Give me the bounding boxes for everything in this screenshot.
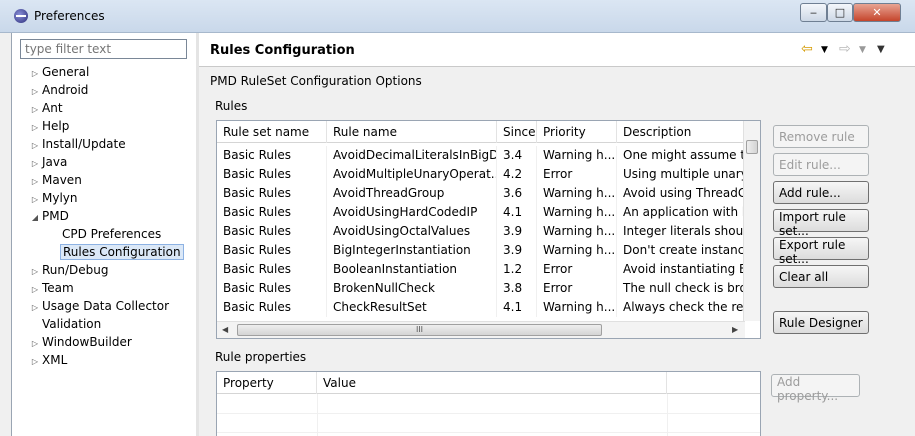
- expand-arrow-icon[interactable]: ▷: [28, 299, 42, 317]
- maximize-button[interactable]: □: [827, 3, 853, 22]
- table-row[interactable]: Basic Rules BrokenNullCheck 3.8 Error Th…: [217, 279, 760, 298]
- page-title: Rules Configuration: [210, 43, 355, 58]
- properties-column-divider: [667, 394, 668, 436]
- tree-item-run-debug[interactable]: ▷ Run/Debug: [28, 261, 109, 279]
- table-row[interactable]: Basic Rules AvoidThreadGroup 3.6 Warning…: [217, 184, 760, 203]
- horizontal-scroll-thumb[interactable]: III: [237, 324, 602, 336]
- scroll-left-icon[interactable]: ◀: [222, 325, 228, 334]
- rules-label: Rules: [215, 99, 248, 113]
- view-menu-icon[interactable]: ▼: [877, 44, 885, 55]
- preference-page: Rules Configuration ⇦ ▼ ⇨ ▼ ▼ PMD RuleSe…: [199, 33, 915, 436]
- tree-item-pmd[interactable]: ◢ PMD: [28, 207, 69, 225]
- forward-dropdown-icon[interactable]: ▼: [859, 45, 866, 55]
- close-button[interactable]: ✕: [853, 3, 901, 22]
- forward-arrow-icon[interactable]: ⇨: [839, 41, 851, 57]
- title-bar: Preferences ‒ □ ✕: [0, 0, 915, 33]
- table-row[interactable]: Basic Rules AvoidUsingHardCodedIP 4.1 Wa…: [217, 203, 760, 222]
- column-header-rule-set-name[interactable]: Rule set name: [217, 121, 327, 143]
- table-row[interactable]: Basic Rules BooleanInstantiation 1.2 Err…: [217, 260, 760, 279]
- table-row[interactable]: Basic Rules BigIntegerInstantiation 3.9 …: [217, 241, 760, 260]
- page-header: Rules Configuration ⇦ ▼ ⇨ ▼ ▼: [199, 33, 915, 67]
- tree-item-windowbuilder[interactable]: ▷ WindowBuilder: [28, 333, 132, 351]
- table-row[interactable]: Basic Rules CheckResultSet 4.1 Warning h…: [217, 298, 760, 317]
- import-rule-set-button[interactable]: Import rule set...: [773, 209, 869, 238]
- tree-item-usage-data-collector[interactable]: ▷ Usage Data Collector: [28, 297, 169, 315]
- back-dropdown-icon[interactable]: ▼: [821, 45, 828, 55]
- collapse-arrow-icon[interactable]: ◢: [28, 209, 42, 227]
- page-subtitle: PMD RuleSet Configuration Options: [210, 74, 422, 88]
- tree-item-mylyn[interactable]: ▷ Mylyn: [28, 189, 78, 207]
- column-header-rule-name[interactable]: Rule name: [327, 121, 497, 143]
- rules-horizontal-scrollbar[interactable]: ◀ III ▶: [217, 321, 745, 338]
- column-header-priority[interactable]: Priority: [537, 121, 617, 143]
- column-header-property[interactable]: Property: [217, 372, 317, 394]
- add-rule-button[interactable]: Add rule...: [773, 181, 869, 204]
- rules-table-header: Rule set name Rule name Since Priority D…: [217, 121, 760, 143]
- window-title: Preferences: [34, 9, 105, 23]
- preferences-tree-panel: ▷General ▷Android ▷Ant ▷Help ▷Install/Up…: [11, 33, 196, 436]
- tree-item-rules-configuration[interactable]: Rules Configuration: [60, 243, 184, 261]
- rules-table[interactable]: Rule set name Rule name Since Priority D…: [216, 120, 761, 339]
- properties-table-header: Property Value: [217, 372, 760, 394]
- rule-properties-table[interactable]: Property Value: [216, 371, 761, 436]
- vertical-scroll-thumb[interactable]: [746, 140, 758, 154]
- properties-grid-line: [217, 413, 760, 414]
- tree-item-ant[interactable]: ▷ Ant: [28, 99, 63, 117]
- remove-rule-button[interactable]: Remove rule: [773, 125, 869, 148]
- table-row[interactable]: Basic Rules AvoidUsingOctalValues 3.9 Wa…: [217, 222, 760, 241]
- tree-item-team[interactable]: ▷ Team: [28, 279, 74, 297]
- tree-item-help[interactable]: ▷ Help: [28, 117, 69, 135]
- filter-input[interactable]: [20, 39, 187, 59]
- scroll-right-icon[interactable]: ▶: [732, 325, 738, 334]
- table-row[interactable]: Basic Rules AvoidDecimalLiteralsInBigD..…: [217, 146, 760, 165]
- tree-item-install-update[interactable]: ▷ Install/Update: [28, 135, 126, 153]
- rule-designer-button[interactable]: Rule Designer: [773, 311, 869, 334]
- tree-item-xml[interactable]: ▷ XML: [28, 351, 67, 369]
- tree-item-cpd-preferences[interactable]: CPD Preferences: [62, 225, 161, 243]
- minimize-button[interactable]: ‒: [800, 3, 827, 22]
- rules-vertical-scrollbar[interactable]: [743, 121, 760, 321]
- tree-item-android[interactable]: ▷ Android: [28, 81, 88, 99]
- expand-arrow-icon[interactable]: ▷: [28, 353, 42, 371]
- properties-grid-line: [217, 432, 760, 433]
- column-header-description[interactable]: Description: [617, 121, 745, 143]
- clear-all-button[interactable]: Clear all: [773, 265, 869, 288]
- properties-column-divider: [317, 394, 318, 436]
- column-header-value[interactable]: Value: [317, 372, 667, 394]
- add-property-button[interactable]: Add property...: [771, 374, 860, 403]
- tree-item-validation[interactable]: Validation: [42, 315, 101, 333]
- table-row[interactable]: Basic Rules AvoidMultipleUnaryOperat... …: [217, 165, 760, 184]
- tree-item-maven[interactable]: ▷ Maven: [28, 171, 82, 189]
- export-rule-set-button[interactable]: Export rule set...: [773, 237, 869, 266]
- column-header-since[interactable]: Since: [497, 121, 537, 143]
- back-arrow-icon[interactable]: ⇦: [801, 41, 813, 57]
- edit-rule-button[interactable]: Edit rule...: [773, 153, 869, 176]
- tree-item-general[interactable]: ▷ General: [28, 63, 89, 81]
- tree-item-java[interactable]: ▷ Java: [28, 153, 67, 171]
- rule-properties-label: Rule properties: [215, 350, 307, 364]
- eclipse-app-icon: [14, 9, 28, 23]
